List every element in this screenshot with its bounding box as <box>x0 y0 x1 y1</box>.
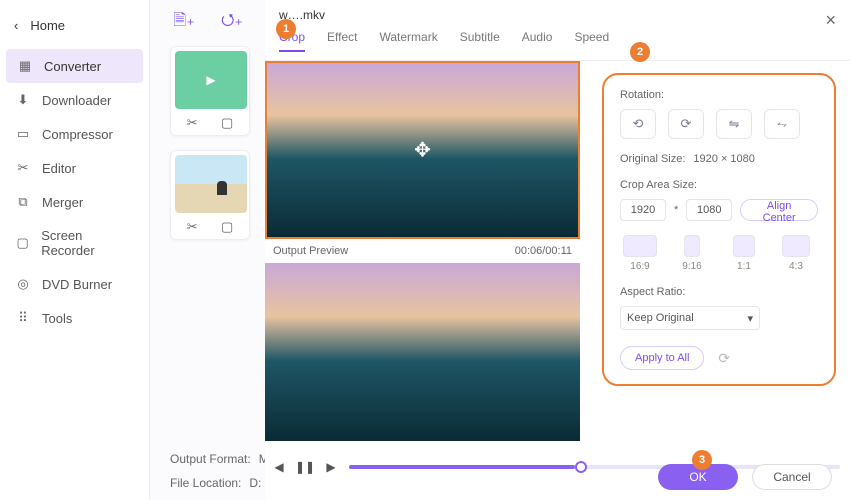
align-center-button[interactable]: Align Center <box>740 199 818 221</box>
sidebar-item-label: Merger <box>42 195 83 210</box>
step-badge-1: 1 <box>276 19 296 39</box>
flip-horizontal-button[interactable]: ⇋ <box>716 109 752 139</box>
ratio-1-1[interactable]: 1:1 <box>724 235 764 272</box>
editor-filename: w….mkv <box>265 0 850 22</box>
pause-icon[interactable]: ❚❚ <box>297 459 313 475</box>
rotate-ccw-button[interactable]: ⟲ <box>620 109 656 139</box>
cancel-button[interactable]: Cancel <box>752 464 832 490</box>
crop-width-input[interactable] <box>620 199 666 221</box>
cut-icon[interactable]: ✂ <box>187 219 198 235</box>
sidebar-item-screen-recorder[interactable]: ▢ Screen Recorder <box>0 219 149 267</box>
flip-vertical-button[interactable]: ⥊ <box>764 109 800 139</box>
original-size-value: 1920 × 1080 <box>693 153 754 165</box>
source-preview[interactable]: ✥ <box>265 61 580 239</box>
crop-icon[interactable]: ▢ <box>221 219 233 235</box>
sidebar-item-label: Downloader <box>42 93 111 108</box>
output-preview <box>265 263 580 441</box>
step-badge-3: 3 <box>692 450 712 470</box>
sidebar-item-tools[interactable]: ⠿ Tools <box>0 301 149 335</box>
chevron-down-icon: ▾ <box>747 312 753 325</box>
add-file-icon[interactable]: 🗎₊ <box>170 10 198 34</box>
sidebar-item-label: DVD Burner <box>42 277 112 292</box>
editor-tabbar: Crop Effect Watermark Subtitle Audio Spe… <box>265 22 850 61</box>
output-preview-label: Output Preview <box>273 245 348 257</box>
file-location-label: File Location: <box>170 476 241 490</box>
crop-area-label: Crop Area Size: <box>620 179 818 191</box>
close-icon[interactable]: × <box>825 10 836 31</box>
sidebar-item-label: Converter <box>44 59 101 74</box>
move-icon[interactable]: ✥ <box>414 138 431 163</box>
sidebar-item-merger[interactable]: ⧉ Merger <box>0 185 149 219</box>
home-label: Home <box>30 18 65 33</box>
recorder-icon: ▢ <box>14 235 31 251</box>
ratio-4-3[interactable]: 4:3 <box>776 235 816 272</box>
reset-icon[interactable]: ⟳ <box>718 350 730 367</box>
download-icon: ⬇ <box>14 92 32 108</box>
tab-speed[interactable]: Speed <box>574 30 609 52</box>
sidebar-item-editor[interactable]: ✂ Editor <box>0 151 149 185</box>
ratio-16-9[interactable]: 16:9 <box>620 235 660 272</box>
controls-column: Rotation: ⟲ ⟳ ⇋ ⥊ Original Size: 1920 × … <box>580 61 850 451</box>
crop-height-input[interactable] <box>686 199 732 221</box>
file-location-value[interactable]: D: <box>249 476 261 490</box>
aspect-ratio-value: Keep Original <box>627 312 694 324</box>
tab-watermark[interactable]: Watermark <box>379 30 437 52</box>
aspect-ratio-label: Aspect Ratio: <box>620 286 818 298</box>
step-badge-2: 2 <box>630 42 650 62</box>
sidebar-item-compressor[interactable]: ▭ Compressor <box>0 117 149 151</box>
progress-knob[interactable] <box>575 461 587 473</box>
tools-icon: ⠿ <box>14 310 32 326</box>
sidebar-item-downloader[interactable]: ⬇ Downloader <box>0 83 149 117</box>
preview-column: ✥ Output Preview 00:06/00:11 <box>265 61 580 451</box>
thumbnail: ▶ <box>175 51 247 109</box>
editor-icon: ✂ <box>14 160 32 176</box>
sidebar-item-label: Screen Recorder <box>41 228 135 258</box>
sidebar-item-dvd-burner[interactable]: ◎ DVD Burner <box>0 267 149 301</box>
tab-subtitle[interactable]: Subtitle <box>460 30 500 52</box>
back-icon: ‹ <box>14 18 18 33</box>
merger-icon: ⧉ <box>14 194 32 210</box>
aspect-ratio-select[interactable]: Keep Original ▾ <box>620 306 760 330</box>
sidebar-item-label: Tools <box>42 311 72 326</box>
compressor-icon: ▭ <box>14 126 32 142</box>
thumbnail <box>175 155 247 213</box>
prev-frame-icon[interactable]: ◀ <box>271 459 287 475</box>
ratio-9-16[interactable]: 9:16 <box>672 235 712 272</box>
cut-icon[interactable]: ✂ <box>187 115 198 131</box>
preview-time: 00:06/00:11 <box>515 245 572 257</box>
dvd-icon: ◎ <box>14 276 32 292</box>
media-card[interactable]: ✂ ▢ <box>170 150 250 240</box>
crop-editor-modal: w….mkv × Crop Effect Watermark Subtitle … <box>265 0 850 500</box>
crop-controls-panel: Rotation: ⟲ ⟳ ⇋ ⥊ Original Size: 1920 × … <box>602 73 836 386</box>
output-format-label: Output Format: <box>170 452 251 466</box>
media-card[interactable]: ▶ ✂ ▢ <box>170 46 250 136</box>
sidebar-item-label: Compressor <box>42 127 113 142</box>
add-url-icon[interactable]: ⭯₊ <box>218 10 246 34</box>
converter-icon: ▦ <box>16 58 34 74</box>
sidebar: ‹ Home ▦ Converter ⬇ Downloader ▭ Compre… <box>0 0 150 500</box>
rotation-label: Rotation: <box>620 89 818 101</box>
original-size-label: Original Size: <box>620 153 685 165</box>
sidebar-item-label: Editor <box>42 161 76 176</box>
crop-multiply: * <box>674 204 678 216</box>
tab-audio[interactable]: Audio <box>522 30 553 52</box>
tab-effect[interactable]: Effect <box>327 30 357 52</box>
rotate-cw-button[interactable]: ⟳ <box>668 109 704 139</box>
apply-to-all-button[interactable]: Apply to All <box>620 346 704 370</box>
home-link[interactable]: ‹ Home <box>0 10 149 41</box>
next-frame-icon[interactable]: ▶ <box>323 459 339 475</box>
sidebar-item-converter[interactable]: ▦ Converter <box>6 49 143 83</box>
crop-icon[interactable]: ▢ <box>221 115 233 131</box>
